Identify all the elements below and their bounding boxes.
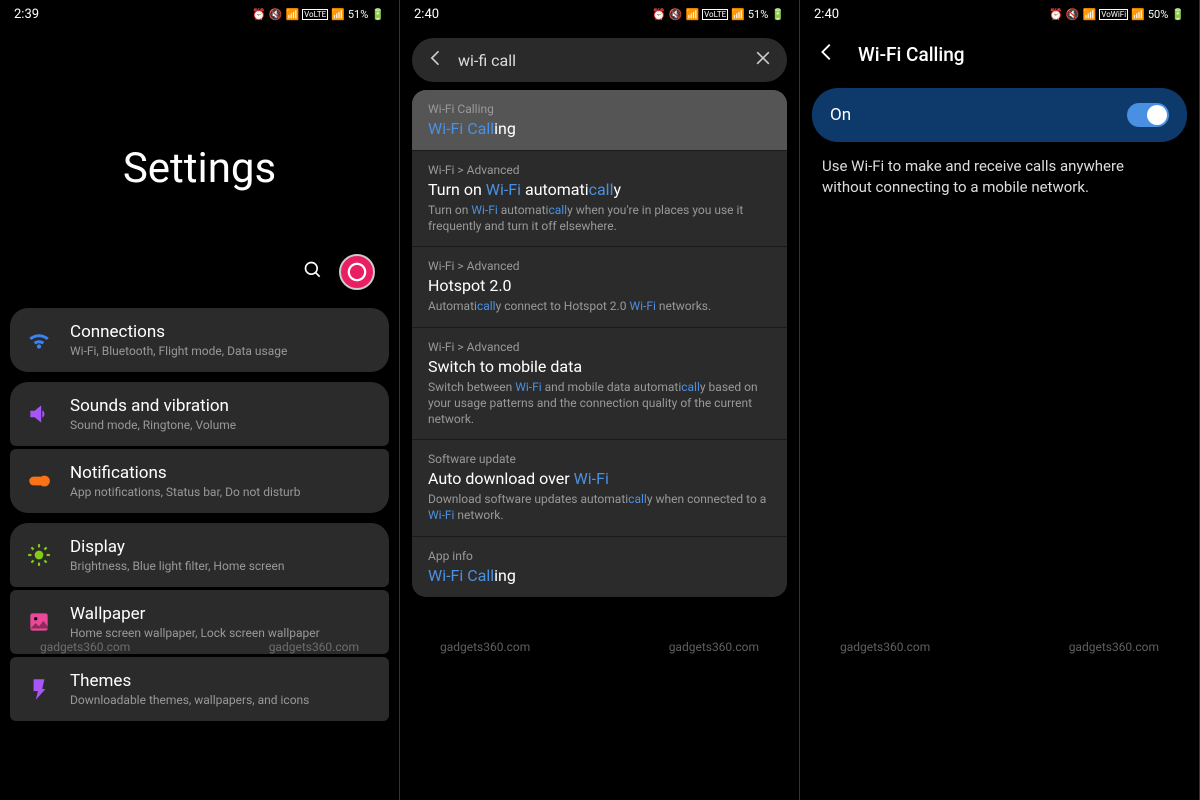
vowifi-icon: VoWiFi [1099,9,1128,20]
wifi-icon: 📶 [1083,8,1097,21]
status-bar: 2:39 ⏰ 🔇 📶 VoLTE 📶 51% 🔋 [0,0,399,28]
row-subtitle: App notifications, Status bar, Do not di… [70,485,373,499]
battery-text: 51% [748,8,768,21]
result-description: Switch between Wi-Fi and mobile data aut… [428,379,771,428]
search-result[interactable]: Wi-Fi Calling Wi-Fi Calling [412,90,787,151]
page-title: Wi-Fi Calling [858,43,965,66]
settings-hero: Settings [0,28,399,308]
search-result[interactable]: Wi-Fi > Advanced Turn on Wi-Fi automatic… [412,151,787,247]
toggle-switch[interactable] [1127,103,1169,127]
notif-icon [26,468,52,494]
row-title: Wallpaper [70,604,373,624]
search-bar: wi-fi call [412,38,787,82]
row-title: Display [70,537,373,557]
status-icons: ⏰ 🔇 📶 VoLTE 📶 51% 🔋 [652,8,785,21]
search-icon[interactable] [303,260,323,284]
result-breadcrumb: App info [428,549,771,563]
settings-row-wifi[interactable]: Connections Wi-Fi, Bluetooth, Flight mod… [10,308,389,372]
row-subtitle: Downloadable themes, wallpapers, and ico… [70,693,373,707]
search-result[interactable]: Wi-Fi > Advanced Hotspot 2.0 Automaticall… [412,247,787,327]
clock: 2:40 [414,7,439,22]
back-icon[interactable] [426,48,446,72]
row-subtitle: Wi-Fi, Bluetooth, Flight mode, Data usag… [70,344,373,358]
result-title: Wi-Fi Calling [428,119,771,138]
wifi-icon: 📶 [285,8,299,21]
row-subtitle: Sound mode, Ringtone, Volume [70,418,373,432]
settings-row-notif[interactable]: Notifications App notifications, Status … [10,449,389,513]
search-result[interactable]: App info Wi-Fi Calling [412,537,787,597]
volte-icon: VoLTE [702,9,728,20]
search-result[interactable]: Software update Auto download over Wi-Fi… [412,440,787,536]
screen-settings: 2:39 ⏰ 🔇 📶 VoLTE 📶 51% 🔋 Settings Connec… [0,0,400,800]
settings-list: Connections Wi-Fi, Bluetooth, Flight mod… [0,308,399,721]
settings-row-themes[interactable]: Themes Downloadable themes, wallpapers, … [10,657,389,721]
volte-icon: VoLTE [302,9,328,20]
clear-icon[interactable] [753,48,773,72]
signal-icon: 📶 [731,8,745,21]
status-icons: ⏰ 🔇 📶 VoLTE 📶 51% 🔋 [252,8,385,21]
result-breadcrumb: Software update [428,452,771,466]
row-subtitle: Home screen wallpaper, Lock screen wallp… [70,626,373,640]
page-title: Settings [123,144,276,193]
signal-icon: 📶 [331,8,345,21]
battery-icon: 🔋 [1171,8,1185,21]
back-icon[interactable] [816,41,838,67]
status-icons: ⏰ 🔇 📶 VoWiFi 📶 50% 🔋 [1049,8,1185,21]
battery-icon: 🔋 [371,8,385,21]
settings-row-display[interactable]: Display Brightness, Blue light filter, H… [10,523,389,587]
row-title: Connections [70,322,373,342]
result-title: Switch to mobile data [428,357,771,376]
result-title: Auto download over Wi-Fi [428,469,771,488]
clock: 2:40 [814,7,839,22]
signal-icon: 📶 [1131,8,1145,21]
result-description: Turn on Wi-Fi automatically when you're … [428,202,771,234]
result-title: Hotspot 2.0 [428,276,771,295]
status-bar: 2:40 ⏰ 🔇 📶 VoLTE 📶 51% 🔋 [400,0,799,28]
result-breadcrumb: Wi-Fi Calling [428,102,771,116]
alarm-icon: ⏰ [652,8,666,21]
result-description: Download software updates automatically … [428,491,771,523]
search-input[interactable]: wi-fi call [458,51,741,70]
row-title: Themes [70,671,373,691]
mute-icon: 🔇 [269,8,283,21]
result-breadcrumb: Wi-Fi > Advanced [428,163,771,177]
result-title: Wi-Fi Calling [428,566,771,585]
themes-icon [26,676,52,702]
clock: 2:39 [14,7,39,22]
alarm-icon: ⏰ [252,8,266,21]
mute-icon: 🔇 [1066,8,1080,21]
wifi-icon [26,327,52,353]
description: Use Wi-Fi to make and receive calls anyw… [800,156,1199,198]
screen-search: 2:40 ⏰ 🔇 📶 VoLTE 📶 51% 🔋 wi-fi call Wi-F… [400,0,800,800]
wifi-icon: 📶 [685,8,699,21]
search-result[interactable]: Wi-Fi > Advanced Switch to mobile data Sw… [412,328,787,441]
settings-row-sound[interactable]: Sounds and vibration Sound mode, Rington… [10,382,389,446]
result-description: Automatically connect to Hotspot 2.0 Wi-… [428,298,771,314]
avatar[interactable] [339,254,375,290]
mute-icon: 🔇 [669,8,683,21]
result-breadcrumb: Wi-Fi > Advanced [428,340,771,354]
watermark: gadgets360.comgadgets360.com [800,640,1199,654]
alarm-icon: ⏰ [1049,8,1063,21]
settings-row-wallpaper[interactable]: Wallpaper Home screen wallpaper, Lock sc… [10,590,389,654]
sound-icon [26,401,52,427]
display-icon [26,542,52,568]
battery-text: 50% [1148,8,1168,21]
watermark: gadgets360.comgadgets360.com [400,640,799,654]
row-title: Notifications [70,463,373,483]
screen-wifi-calling: 2:40 ⏰ 🔇 📶 VoWiFi 📶 50% 🔋 Wi-Fi Calling … [800,0,1200,800]
row-title: Sounds and vibration [70,396,373,416]
result-title: Turn on Wi-Fi automatically [428,180,771,199]
toggle-label: On [830,105,851,125]
result-breadcrumb: Wi-Fi > Advanced [428,259,771,273]
battery-text: 51% [348,8,368,21]
row-subtitle: Brightness, Blue light filter, Home scre… [70,559,373,573]
battery-icon: 🔋 [771,8,785,21]
app-bar: Wi-Fi Calling [800,28,1199,80]
search-results: Wi-Fi Calling Wi-Fi CallingWi-Fi > Advan… [400,90,799,597]
status-bar: 2:40 ⏰ 🔇 📶 VoWiFi 📶 50% 🔋 [800,0,1199,28]
master-toggle-card[interactable]: On [812,88,1187,142]
wallpaper-icon [26,609,52,635]
